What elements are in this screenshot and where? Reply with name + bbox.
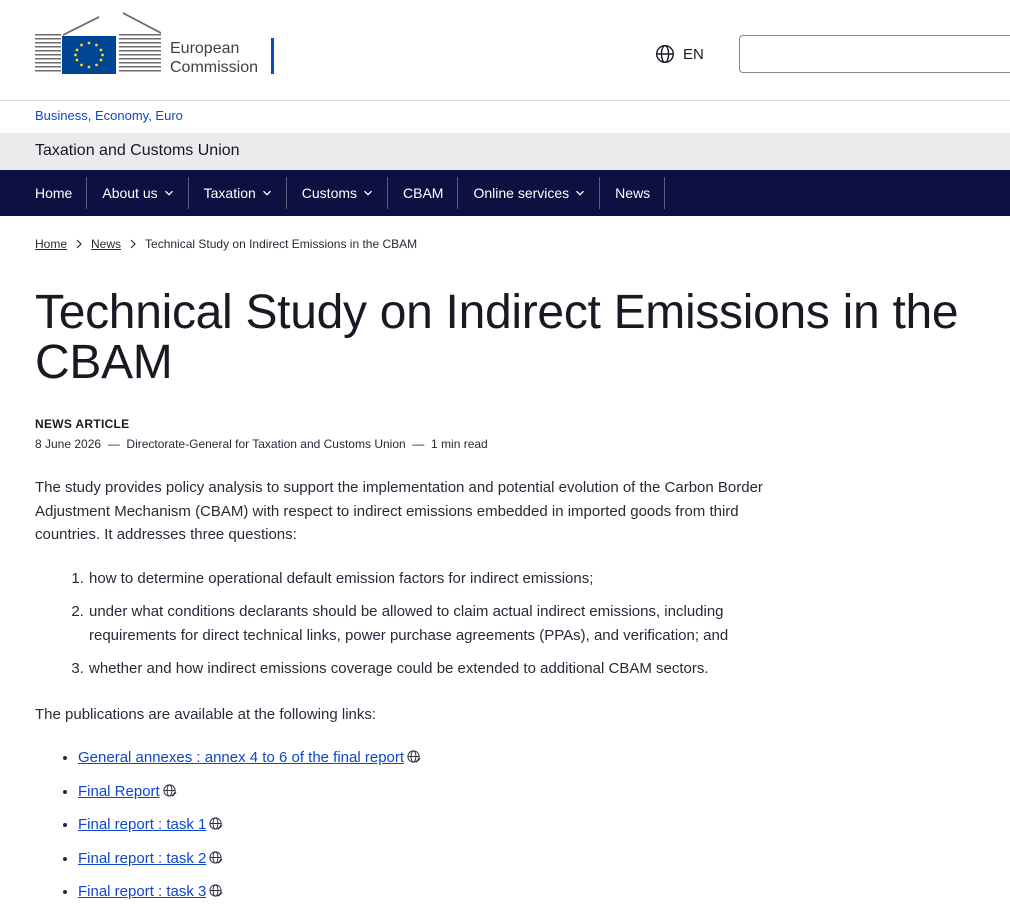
nav-label: About us — [102, 185, 158, 201]
publication-link[interactable]: General annexes : annex 4 to 6 of the fi… — [78, 749, 404, 766]
list-item: how to determine operational default emi… — [88, 567, 775, 591]
logo-line-2: Commission — [170, 59, 259, 76]
site-header: European Commission EN — [0, 0, 1010, 101]
publication-links: General annexes : annex 4 to 6 of the fi… — [35, 746, 775, 904]
nav-item-news[interactable]: News — [600, 177, 666, 209]
nav-label: Online services — [473, 185, 570, 201]
nav-item-home[interactable]: Home — [21, 177, 88, 209]
globe-icon — [655, 44, 675, 64]
logo-line-1: European — [170, 40, 240, 57]
list-item: Final Report — [78, 780, 775, 804]
breadcrumb-news[interactable]: News — [91, 237, 121, 251]
meta-separator: — — [409, 437, 428, 451]
intro-paragraph: The study provides policy analysis to su… — [35, 479, 763, 543]
nav-item-cbam[interactable]: CBAM — [388, 177, 459, 209]
external-globe-icon — [163, 783, 177, 797]
logo-divider — [271, 38, 274, 74]
language-code: EN — [683, 45, 704, 63]
publication-link[interactable]: Final report : task 1 — [78, 816, 206, 833]
meta-separator: — — [104, 437, 124, 451]
list-item: Final report : task 1 — [78, 813, 775, 837]
search-input[interactable] — [739, 35, 1010, 73]
page-title: Technical Study on Indirect Emissions in… — [35, 286, 959, 389]
nav-label: News — [615, 185, 651, 201]
publications-intro: The publications are available at the fo… — [35, 705, 377, 723]
main-navigation: Home About us Taxation Customs CBAM Onli… — [0, 170, 1010, 216]
chevron-down-icon — [364, 190, 372, 196]
nav-label: CBAM — [403, 185, 444, 201]
nav-item-customs[interactable]: Customs — [287, 177, 389, 209]
external-globe-icon — [209, 817, 223, 830]
parent-site-link[interactable]: Business, Economy, Euro — [35, 108, 183, 123]
article-author: Directorate-General for Taxation and Cus… — [126, 437, 406, 451]
site-name[interactable]: Taxation and Customs Union — [35, 142, 240, 160]
publication-link[interactable]: Final report : task 2 — [78, 850, 206, 867]
article-meta: 8 June 2026 — Directorate-General for Ta… — [35, 437, 488, 451]
nav-label: Customs — [301, 185, 358, 201]
chevron-right-icon — [76, 239, 82, 249]
list-item: Final report : task 3 — [78, 880, 775, 904]
breadcrumb-home[interactable]: Home — [35, 237, 67, 251]
external-globe-icon — [209, 850, 223, 864]
article-date: 8 June 2026 — [35, 437, 102, 451]
article-read-time: 1 min read — [431, 437, 488, 451]
article-body: The study provides policy analysis to su… — [35, 476, 775, 914]
list-item: General annexes : annex 4 to 6 of the fi… — [78, 746, 775, 770]
external-globe-icon — [407, 750, 421, 763]
chevron-down-icon — [262, 190, 271, 196]
nav-label: Home — [35, 185, 73, 201]
nav-item-online-services[interactable]: Online services — [458, 177, 601, 209]
language-selector[interactable]: EN — [655, 44, 704, 64]
publication-link[interactable]: Final Report — [78, 783, 160, 800]
nav-item-taxation[interactable]: Taxation — [189, 177, 287, 209]
breadcrumb: Home News Technical Study on Indirect Em… — [35, 237, 417, 251]
list-item: under what conditions declarants should … — [88, 600, 775, 647]
breadcrumb-current: Technical Study on Indirect Emissions in… — [145, 237, 418, 251]
chevron-right-icon — [130, 239, 136, 249]
chevron-down-icon — [164, 190, 173, 196]
logo-text: European Commission — [170, 39, 258, 77]
chevron-down-icon — [576, 190, 585, 196]
questions-list: how to determine operational default emi… — [35, 567, 775, 681]
nav-item-about-us[interactable]: About us — [87, 177, 189, 209]
site-name-band: Taxation and Customs Union — [0, 133, 1010, 170]
nav-label: Taxation — [203, 185, 256, 201]
list-item: Final report : task 2 — [78, 847, 775, 871]
external-globe-icon — [209, 884, 223, 897]
content-type-label: NEWS ARTICLE — [35, 417, 130, 431]
european-commission-logo[interactable]: European Commission — [35, 12, 275, 76]
list-item: whether and how indirect emissions cover… — [88, 657, 775, 681]
